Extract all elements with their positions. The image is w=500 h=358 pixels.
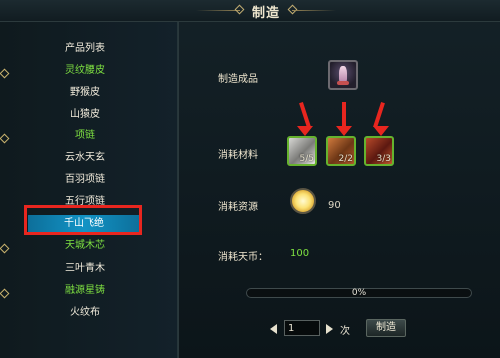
title-ornament-line	[196, 10, 240, 11]
product-list-sidebar: 产品列表 灵纹腰皮 野猴皮 山猿皮 项链 云水天玄 百羽项链 五行项链 千山飞绝…	[0, 22, 178, 358]
resource-label: 消耗资源	[218, 202, 258, 213]
coins-label: 消耗天币：	[218, 252, 268, 263]
material-count: 2/2	[338, 154, 353, 164]
crafting-window: 制造 产品列表 灵纹腰皮 野猴皮 山猿皮 项链 云水天玄 百羽项链 五行项链 千…	[0, 0, 500, 358]
product-slot[interactable]	[328, 60, 358, 90]
category-diamond-icon	[0, 133, 10, 144]
coins-value: 100	[290, 248, 310, 259]
increase-arrow-icon[interactable]	[326, 324, 333, 334]
category-diamond-icon	[0, 68, 10, 79]
sidebar-item[interactable]: 山猿皮	[10, 106, 160, 124]
sidebar-category[interactable]: 融源星铸	[10, 282, 160, 300]
sidebar-item[interactable]: 三叶青木	[10, 260, 160, 278]
progress-text: 0%	[351, 288, 367, 298]
red-leather-icon[interactable]: 3/3	[364, 136, 394, 166]
sidebar-item[interactable]: 百羽项链	[10, 171, 160, 189]
title-bar: 制造	[0, 0, 500, 22]
necklace-pendant-icon	[337, 81, 349, 85]
silver-fabric-icon[interactable]: 5/5	[287, 136, 317, 166]
sidebar-category[interactable]: 灵纹腰皮	[10, 62, 160, 80]
product-label: 制造成品	[218, 74, 258, 85]
craft-progress-bar: 0%	[246, 288, 472, 298]
copper-bar-icon[interactable]: 2/2	[326, 136, 356, 166]
crafting-panel: 制造成品 消耗材料 5/5 2/2 3/3 消耗资源 90 消耗天币： 100 …	[180, 22, 500, 358]
window-title: 制造	[251, 6, 280, 21]
category-diamond-icon	[0, 243, 10, 254]
quantity-unit-label: 次	[340, 326, 350, 337]
resource-value: 90	[328, 200, 341, 211]
quantity-input[interactable]	[284, 320, 320, 336]
coin-icon	[290, 188, 316, 214]
highlight-annotation-box	[24, 205, 142, 235]
craft-button[interactable]: 制造	[366, 319, 406, 337]
material-count: 5/5	[299, 154, 314, 164]
sidebar-header: 产品列表	[65, 43, 105, 54]
sidebar-category[interactable]: 天城木芯	[10, 237, 160, 255]
materials-label: 消耗材料	[218, 150, 258, 161]
diamond-ornament-icon	[234, 4, 245, 15]
title-ornament-line	[292, 10, 336, 11]
decrease-arrow-icon[interactable]	[270, 324, 277, 334]
sidebar-item[interactable]: 云水天玄	[10, 149, 160, 167]
sidebar-item[interactable]: 火纹布	[10, 304, 160, 322]
material-count: 3/3	[376, 154, 391, 164]
sidebar-category[interactable]: 项链	[10, 127, 160, 145]
panel-divider	[178, 22, 179, 358]
sidebar-item[interactable]: 野猴皮	[10, 84, 160, 102]
category-diamond-icon	[0, 288, 10, 299]
